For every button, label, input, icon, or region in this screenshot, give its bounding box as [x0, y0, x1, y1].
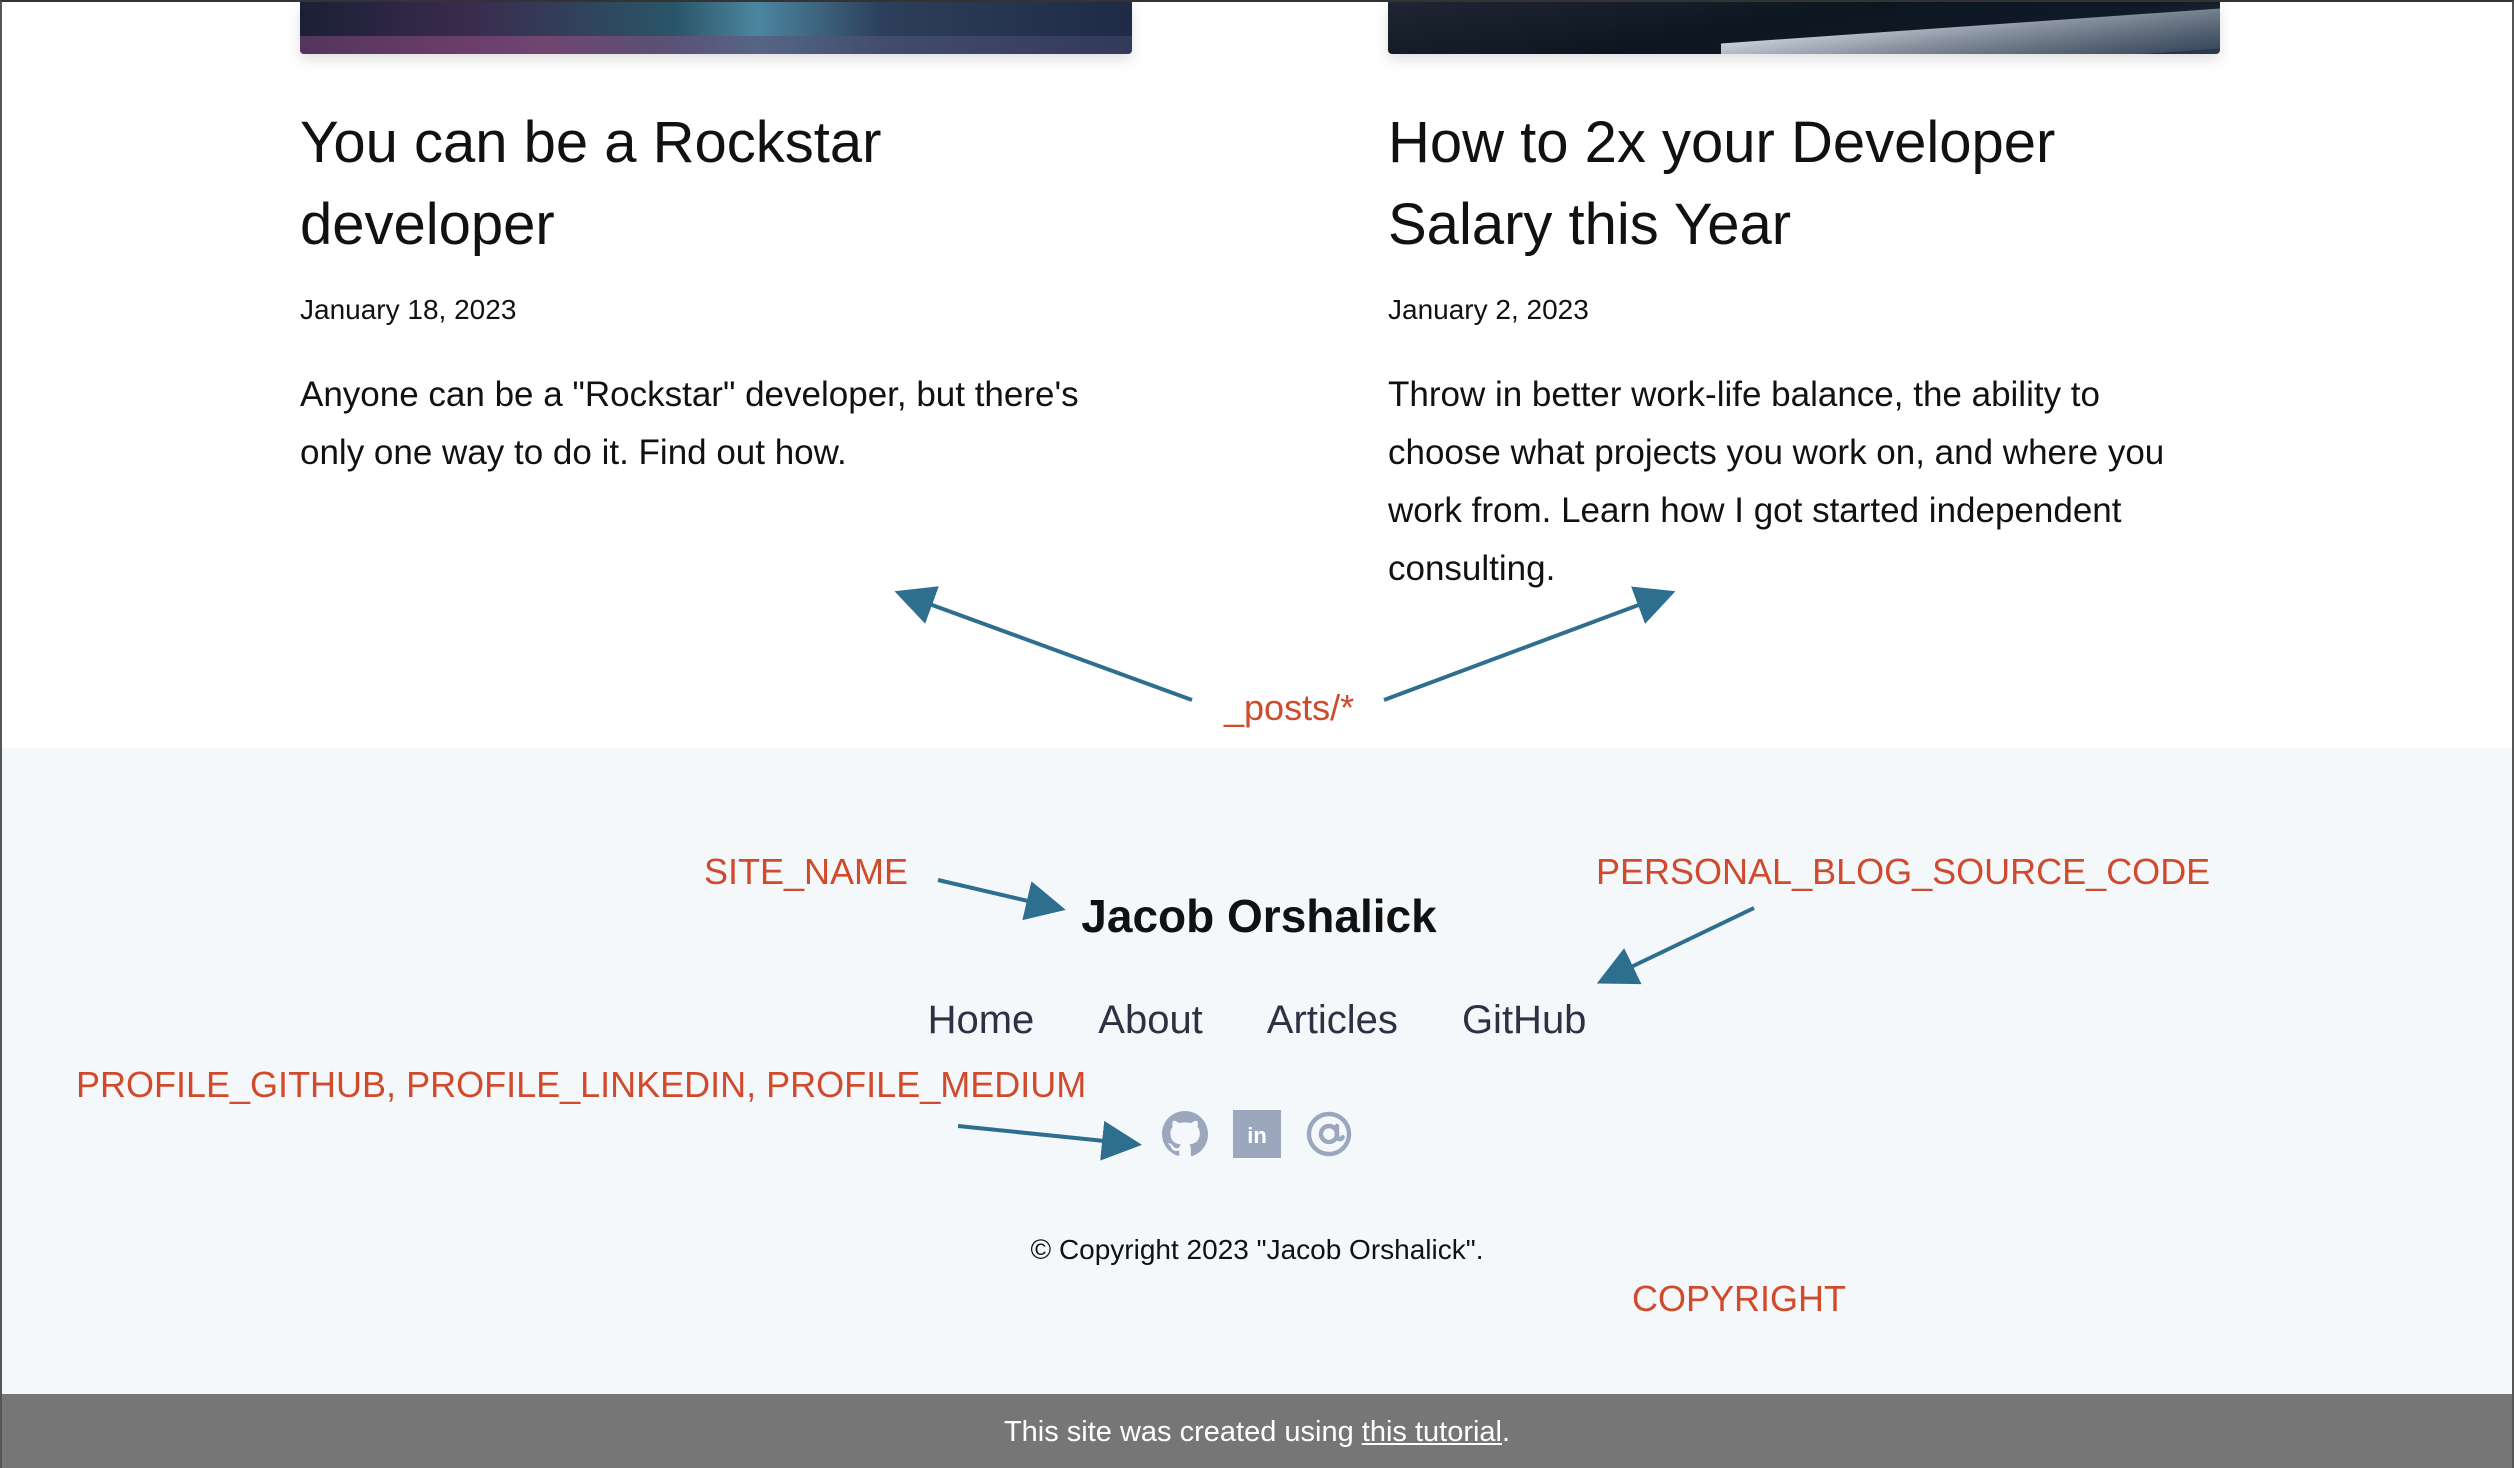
- post-card[interactable]: How to 2x your Developer Salary this Yea…: [1388, 2, 2220, 598]
- post-excerpt: Anyone can be a "Rockstar" developer, bu…: [300, 375, 1079, 472]
- footer-nav-articles[interactable]: Articles: [1267, 992, 1398, 1048]
- github-icon[interactable]: [1161, 1110, 1209, 1158]
- post-date: January 18, 2023: [300, 294, 517, 325]
- post-excerpt: Throw in better work-life balance, the a…: [1388, 375, 2165, 588]
- annotation-source-code: PERSONAL_BLOG_SOURCE_CODE: [1596, 851, 2211, 892]
- annotation-copyright: COPYRIGHT: [1632, 1278, 1847, 1319]
- post-date: January 2, 2023: [1388, 294, 1589, 325]
- post-title[interactable]: How to 2x your Developer Salary this Yea…: [1388, 102, 2148, 266]
- copyright-text: © Copyright 2023 "Jacob Orshalick".: [1030, 1234, 1484, 1265]
- posts-section: You can be a Rockstar developer January …: [2, 2, 2512, 748]
- social-links: in: [2, 1110, 2512, 1158]
- attribution-prefix: This site was created using: [1003, 1416, 1362, 1448]
- attribution-suffix: .: [1502, 1416, 1511, 1448]
- page: You can be a Rockstar developer January …: [0, 0, 2514, 1468]
- medium-at-icon[interactable]: [1305, 1110, 1353, 1158]
- post-thumbnail[interactable]: [300, 2, 1132, 54]
- site-name-text[interactable]: Jacob Orshalick: [1081, 886, 1436, 946]
- footer-nav-github[interactable]: GitHub: [1462, 992, 1587, 1048]
- annotation-profiles: PROFILE_GITHUB, PROFILE_LINKEDIN, PROFIL…: [76, 1064, 1087, 1105]
- tutorial-link[interactable]: this tutorial: [1362, 1416, 1502, 1448]
- footer-nav-about[interactable]: About: [1098, 992, 1203, 1048]
- annotation-posts: _posts/*: [1224, 687, 1355, 728]
- post-card[interactable]: You can be a Rockstar developer January …: [300, 2, 1132, 482]
- footer-site-name[interactable]: Jacob Orshalick: [2, 886, 2512, 946]
- footer-nav-home[interactable]: Home: [928, 992, 1035, 1048]
- bottom-attribution-bar: This site was created using this tutoria…: [2, 1394, 2512, 1468]
- annotation-site-name: SITE_NAME: [704, 851, 909, 892]
- post-title[interactable]: You can be a Rockstar developer: [300, 102, 1020, 266]
- linkedin-icon[interactable]: in: [1233, 1110, 1281, 1158]
- svg-text:in: in: [1247, 1123, 1267, 1148]
- post-thumbnail[interactable]: [1388, 2, 2220, 54]
- footer-nav: Home About Articles GitHub: [2, 992, 2512, 1048]
